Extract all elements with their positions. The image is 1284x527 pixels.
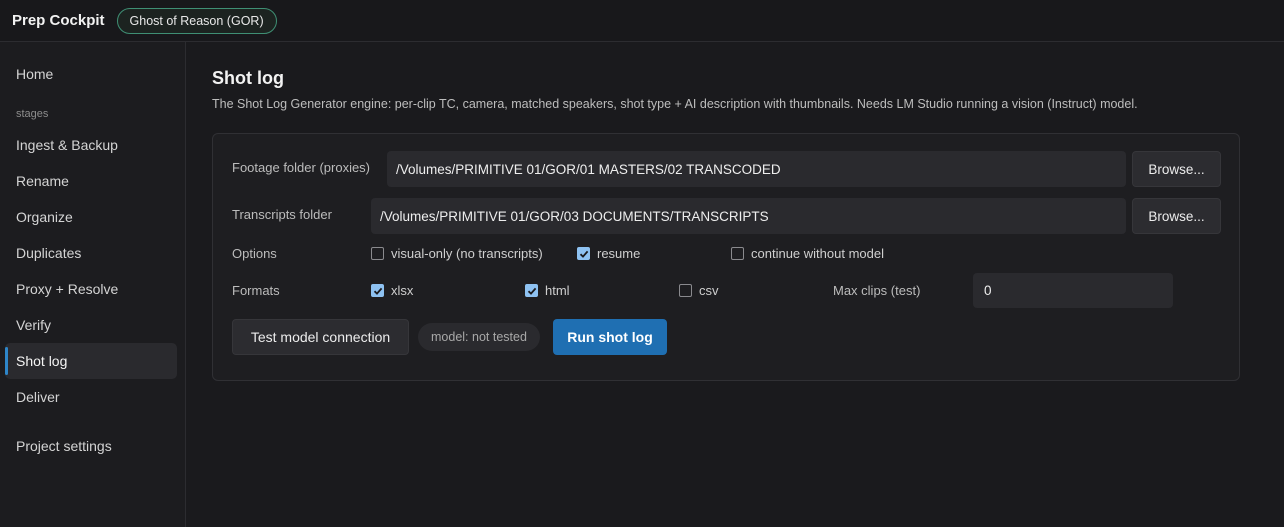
sidebar: Home stages Ingest & Backup Rename Organ…: [0, 42, 186, 527]
checkbox-icon: [371, 247, 384, 260]
sidebar-item-ingest-backup[interactable]: Ingest & Backup: [5, 127, 177, 163]
sidebar-item-deliver[interactable]: Deliver: [5, 379, 177, 415]
footage-browse-button[interactable]: Browse...: [1132, 151, 1221, 187]
options-label: Options: [232, 246, 277, 261]
checkbox-checked-icon: [577, 247, 590, 260]
continue-without-model-label: continue without model: [751, 246, 884, 261]
visual-only-checkbox[interactable]: visual-only (no transcripts): [371, 246, 543, 261]
checkbox-checked-icon: [371, 284, 384, 297]
model-status-badge: model: not tested: [418, 323, 540, 351]
max-clips-label: Max clips (test): [833, 283, 921, 298]
continue-without-model-checkbox[interactable]: continue without model: [731, 246, 884, 261]
sidebar-item-rename[interactable]: Rename: [5, 163, 177, 199]
sidebar-item-home[interactable]: Home: [5, 56, 177, 92]
xlsx-checkbox[interactable]: xlsx: [371, 283, 413, 298]
shot-log-form: Footage folder (proxies) Browse... Trans…: [212, 133, 1240, 381]
sidebar-item-organize[interactable]: Organize: [5, 199, 177, 235]
formats-label: Formats: [232, 283, 280, 298]
html-label: html: [545, 283, 570, 298]
main-panel: Shot log The Shot Log Generator engine: …: [187, 42, 1284, 527]
visual-only-label: visual-only (no transcripts): [391, 246, 543, 261]
max-clips-input[interactable]: [973, 273, 1173, 308]
checkbox-icon: [679, 284, 692, 297]
transcripts-folder-label: Transcripts folder: [232, 207, 332, 222]
run-shot-log-button[interactable]: Run shot log: [553, 319, 667, 355]
checkbox-icon: [731, 247, 744, 260]
sidebar-item-project-settings[interactable]: Project settings: [5, 428, 177, 464]
footage-folder-input[interactable]: [387, 151, 1126, 187]
sidebar-section-label: stages: [16, 108, 49, 120]
csv-checkbox[interactable]: csv: [679, 283, 719, 298]
resume-checkbox[interactable]: resume: [577, 246, 640, 261]
sidebar-item-duplicates[interactable]: Duplicates: [5, 235, 177, 271]
page-title: Shot log: [212, 68, 284, 88]
checkbox-checked-icon: [525, 284, 538, 297]
app-title: Prep Cockpit: [12, 12, 105, 29]
top-bar: Prep Cockpit Ghost of Reason (GOR): [0, 0, 1284, 42]
transcripts-folder-input[interactable]: [371, 198, 1126, 234]
sidebar-item-verify[interactable]: Verify: [5, 307, 177, 343]
html-checkbox[interactable]: html: [525, 283, 570, 298]
page-description: The Shot Log Generator engine: per-clip …: [212, 97, 1138, 111]
project-badge[interactable]: Ghost of Reason (GOR): [116, 7, 277, 34]
sidebar-item-shot-log[interactable]: Shot log: [5, 343, 177, 379]
sidebar-item-proxy-resolve[interactable]: Proxy + Resolve: [5, 271, 177, 307]
csv-label: csv: [699, 283, 719, 298]
xlsx-label: xlsx: [391, 283, 414, 298]
resume-label: resume: [597, 246, 641, 261]
footage-folder-label: Footage folder (proxies): [232, 160, 371, 175]
test-model-connection-button[interactable]: Test model connection: [232, 319, 409, 355]
transcripts-browse-button[interactable]: Browse...: [1132, 198, 1221, 234]
